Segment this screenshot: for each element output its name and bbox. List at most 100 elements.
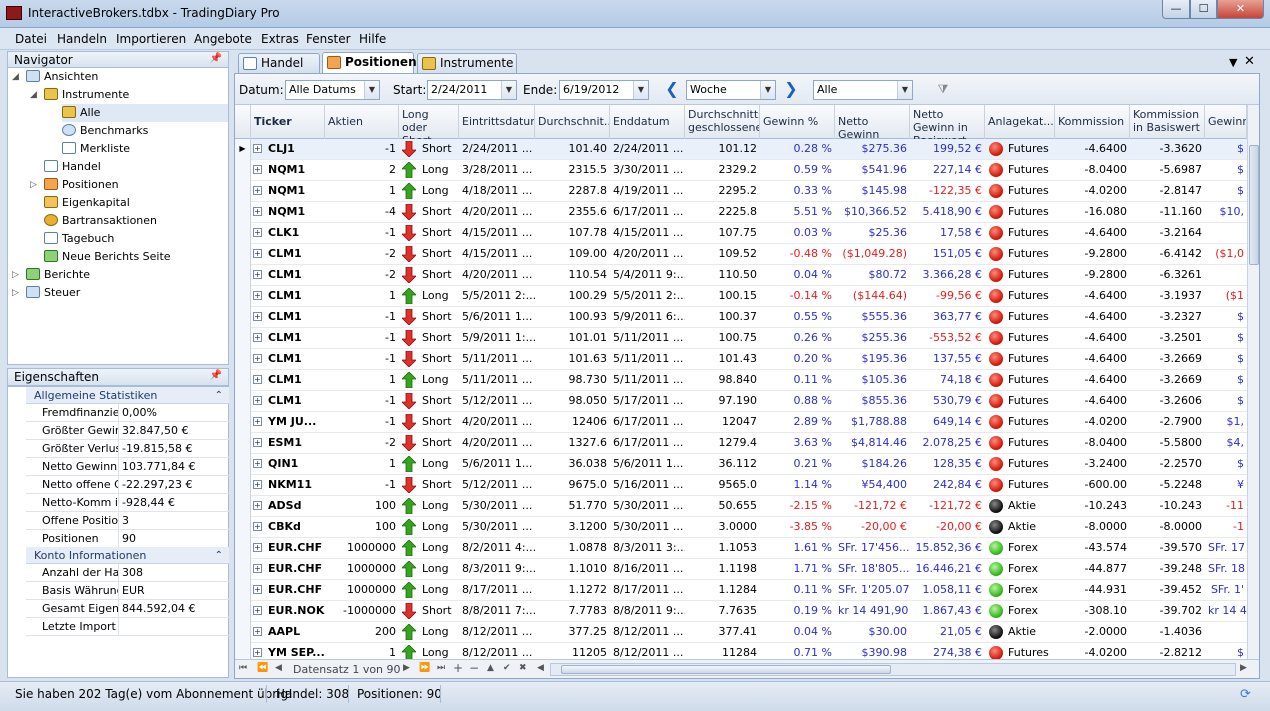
property-row[interactable]: Fremdfinanzierung0,00% — [26, 404, 229, 422]
table-row[interactable]: + EUR.CHF 1000000 Long 8/2/2011 4:... 1.… — [235, 538, 1247, 559]
property-row[interactable]: Positionen 90 — [26, 530, 229, 548]
next-record-icon[interactable]: ▶ — [403, 660, 410, 677]
column-header-eintrittsdatum[interactable]: Eintrittsdatum — [459, 105, 535, 139]
table-row[interactable]: + ESM1 -2 Short 4/20/2011 ... 1327.6 6/1… — [235, 433, 1247, 454]
maximize-button[interactable]: ☐ — [1190, 0, 1217, 19]
property-row[interactable]: Netto-Komm in -928,44 € — [26, 494, 229, 512]
end-date-picker[interactable]: 6/19/2012 ▼ — [559, 80, 649, 100]
expand-row-icon[interactable]: + — [253, 207, 262, 216]
close-tab-icon[interactable]: ✕ — [1244, 54, 1255, 69]
row-indicator[interactable] — [235, 328, 251, 349]
pin-icon[interactable]: 📌 — [210, 370, 222, 381]
expand-row-icon[interactable]: + — [253, 312, 262, 321]
row-indicator[interactable] — [235, 265, 251, 286]
table-row[interactable]: + NQM1 1 Long 4/18/2011 ... 2287.8 4/19/… — [235, 181, 1247, 202]
expand-row-icon[interactable]: + — [253, 249, 262, 258]
filter-icon[interactable]: ⧩ — [935, 80, 951, 100]
table-row[interactable]: + CLM1 1 Long 5/5/2011 2:... 100.29 5/5/… — [235, 286, 1247, 307]
expand-row-icon[interactable]: + — [253, 375, 262, 384]
tree-item-tagebuch[interactable]: Tagebuch — [44, 230, 114, 248]
property-row[interactable]: Anzahl der Han 308 — [26, 564, 229, 582]
tab-handel[interactable]: Handel — [238, 53, 320, 73]
chevron-down-icon[interactable]: ▼ — [897, 81, 912, 99]
expand-row-icon[interactable]: + — [253, 606, 262, 615]
expand-row-icon[interactable]: + — [253, 186, 262, 195]
previous-page-icon[interactable]: ⏪ — [257, 660, 268, 677]
last-record-icon[interactable]: ⏭ — [437, 660, 445, 677]
table-row[interactable]: ▶ + CLJ1 -1 Short 2/24/2011 ... 101.40 2… — [235, 139, 1247, 160]
expand-row-icon[interactable]: + — [253, 564, 262, 573]
property-value[interactable]: -19.815,58 € — [122, 440, 227, 457]
tree-item-alle[interactable]: Alle — [62, 104, 228, 122]
scope-select[interactable]: Alle ▼ — [813, 80, 913, 100]
delete-record-icon[interactable]: − — [469, 660, 479, 677]
property-value[interactable]: 32.847,50 € — [122, 422, 227, 439]
table-row[interactable]: + YM JU... -1 Short 4/20/2011 ... 12406 … — [235, 412, 1247, 433]
row-indicator[interactable] — [235, 538, 251, 559]
tree-item-positionen[interactable]: Positionen — [44, 176, 119, 194]
table-row[interactable]: + YM SEP... 1 Long 8/12/2011 ... 11205 8… — [235, 643, 1247, 659]
expand-icon[interactable]: ▷ — [12, 270, 19, 280]
column-header-durchschnitts-geschlossener[interactable]: Durchschnitts geschlossener — [685, 105, 760, 139]
previous-period-icon[interactable]: ❮ — [664, 80, 680, 100]
horizontal-scrollbar[interactable] — [550, 663, 1236, 676]
row-indicator[interactable] — [235, 433, 251, 454]
tab-instrumente[interactable]: Instrumente — [417, 53, 517, 73]
property-row[interactable]: Basis Währung EUR — [26, 582, 229, 600]
row-indicator[interactable] — [235, 580, 251, 601]
row-indicator[interactable] — [235, 496, 251, 517]
row-indicator[interactable] — [235, 475, 251, 496]
table-row[interactable]: + AAPL 200 Long 8/12/2011 ... 377.25 8/1… — [235, 622, 1247, 643]
expand-row-icon[interactable]: + — [253, 396, 262, 405]
column-header-ticker[interactable]: Ticker — [251, 105, 325, 139]
expand-row-icon[interactable]: + — [253, 627, 262, 636]
table-row[interactable]: + CLM1 -2 Short 4/20/2011 ... 110.54 5/4… — [235, 265, 1247, 286]
cancel-edit-icon[interactable]: ✖ — [519, 660, 527, 677]
row-indicator[interactable] — [235, 181, 251, 202]
property-value[interactable]: 844.592,04 € — [122, 600, 227, 617]
previous-record-icon[interactable]: ◀ — [275, 660, 282, 677]
column-header-gewinn-pct[interactable]: Gewinn % — [760, 105, 835, 139]
collapse-icon[interactable]: ◢ — [12, 72, 19, 82]
table-row[interactable]: + CLM1 -1 Short 5/6/2011 1... 100.93 5/9… — [235, 307, 1247, 328]
row-indicator[interactable] — [235, 517, 251, 538]
next-period-icon[interactable]: ❯ — [783, 80, 799, 100]
expand-icon[interactable]: ▷ — [12, 288, 19, 298]
scroll-thumb[interactable] — [1249, 145, 1259, 265]
column-header-gewinn[interactable]: Gewinn — [1205, 105, 1247, 139]
chevron-up-icon[interactable]: ⌃ — [215, 547, 223, 564]
row-indicator[interactable]: ▶ — [235, 139, 251, 160]
column-header-netto-gewinn[interactable]: Netto Gewinn — [835, 105, 910, 139]
row-indicator[interactable] — [235, 391, 251, 412]
sync-icon[interactable]: ⟳ — [1240, 687, 1251, 702]
table-row[interactable]: + EUR.CHF 1000000 Long 8/3/2011 9:... 1.… — [235, 559, 1247, 580]
scroll-right-icon[interactable]: ▶ — [1240, 660, 1247, 677]
chevron-down-icon[interactable]: ▼ — [364, 81, 379, 99]
row-indicator[interactable] — [235, 286, 251, 307]
expand-row-icon[interactable]: + — [253, 585, 262, 594]
tree-item-handel[interactable]: Handel — [44, 158, 101, 176]
expand-row-icon[interactable]: + — [253, 291, 262, 300]
row-indicator[interactable] — [235, 622, 251, 643]
expand-row-icon[interactable]: + — [253, 417, 262, 426]
table-row[interactable]: + CLM1 1 Long 5/11/2011 ... 98.730 5/11/… — [235, 370, 1247, 391]
property-row[interactable]: Netto Gewinn u103.771,84 € — [26, 458, 229, 476]
category-allgemeine-statistiken[interactable]: Allgemeine Statistiken ⌃ — [26, 387, 229, 404]
row-indicator[interactable] — [235, 349, 251, 370]
expand-row-icon[interactable]: + — [253, 165, 262, 174]
property-value[interactable]: 90 — [122, 530, 227, 547]
row-indicator[interactable] — [235, 370, 251, 391]
table-row[interactable]: + CLM1 -1 Short 5/11/2011 ... 101.63 5/1… — [235, 349, 1247, 370]
collapse-icon[interactable]: ◢ — [30, 90, 37, 100]
column-header-kommission-basis[interactable]: Kommission in Basiswert — [1130, 105, 1205, 139]
property-row[interactable]: Letzte Import D — [26, 618, 229, 636]
expand-row-icon[interactable]: + — [253, 648, 262, 657]
column-header-durchschnitt[interactable]: Durchschnit... — [535, 105, 610, 139]
tab-list-icon[interactable]: ▼ — [1229, 56, 1237, 69]
property-value[interactable]: 308 — [122, 564, 227, 581]
tree-item-merkliste[interactable]: Merkliste — [62, 140, 130, 158]
table-row[interactable]: + NKM11 -1 Short 5/12/2011 ... 9675.0 5/… — [235, 475, 1247, 496]
tree-item-instrumente[interactable]: Instrumente — [44, 86, 129, 104]
edit-record-icon[interactable]: ▲ — [487, 660, 494, 677]
row-indicator[interactable] — [235, 643, 251, 659]
